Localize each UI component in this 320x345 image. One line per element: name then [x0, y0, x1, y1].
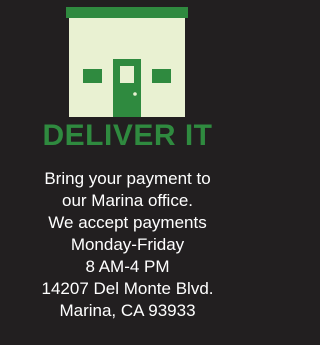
- office-street-address: 14207 Del Monte Blvd.: [41, 279, 214, 298]
- instruction-line: We accept payments: [48, 213, 207, 232]
- office-days: Monday-Friday: [70, 235, 185, 254]
- section-heading: DELIVER IT: [42, 119, 213, 152]
- instruction-line: Bring your payment to: [44, 169, 211, 188]
- storefront-icon: [66, 7, 188, 117]
- office-hours: 8 AM-4 PM: [85, 257, 170, 276]
- office-city-state-zip: Marina, CA 93933: [59, 301, 196, 320]
- deliver-it-card: DELIVER IT Bring your payment to our Mar…: [0, 0, 255, 345]
- payment-instructions: Bring your payment to our Marina office.…: [0, 168, 255, 322]
- instruction-line: our Marina office.: [61, 191, 194, 210]
